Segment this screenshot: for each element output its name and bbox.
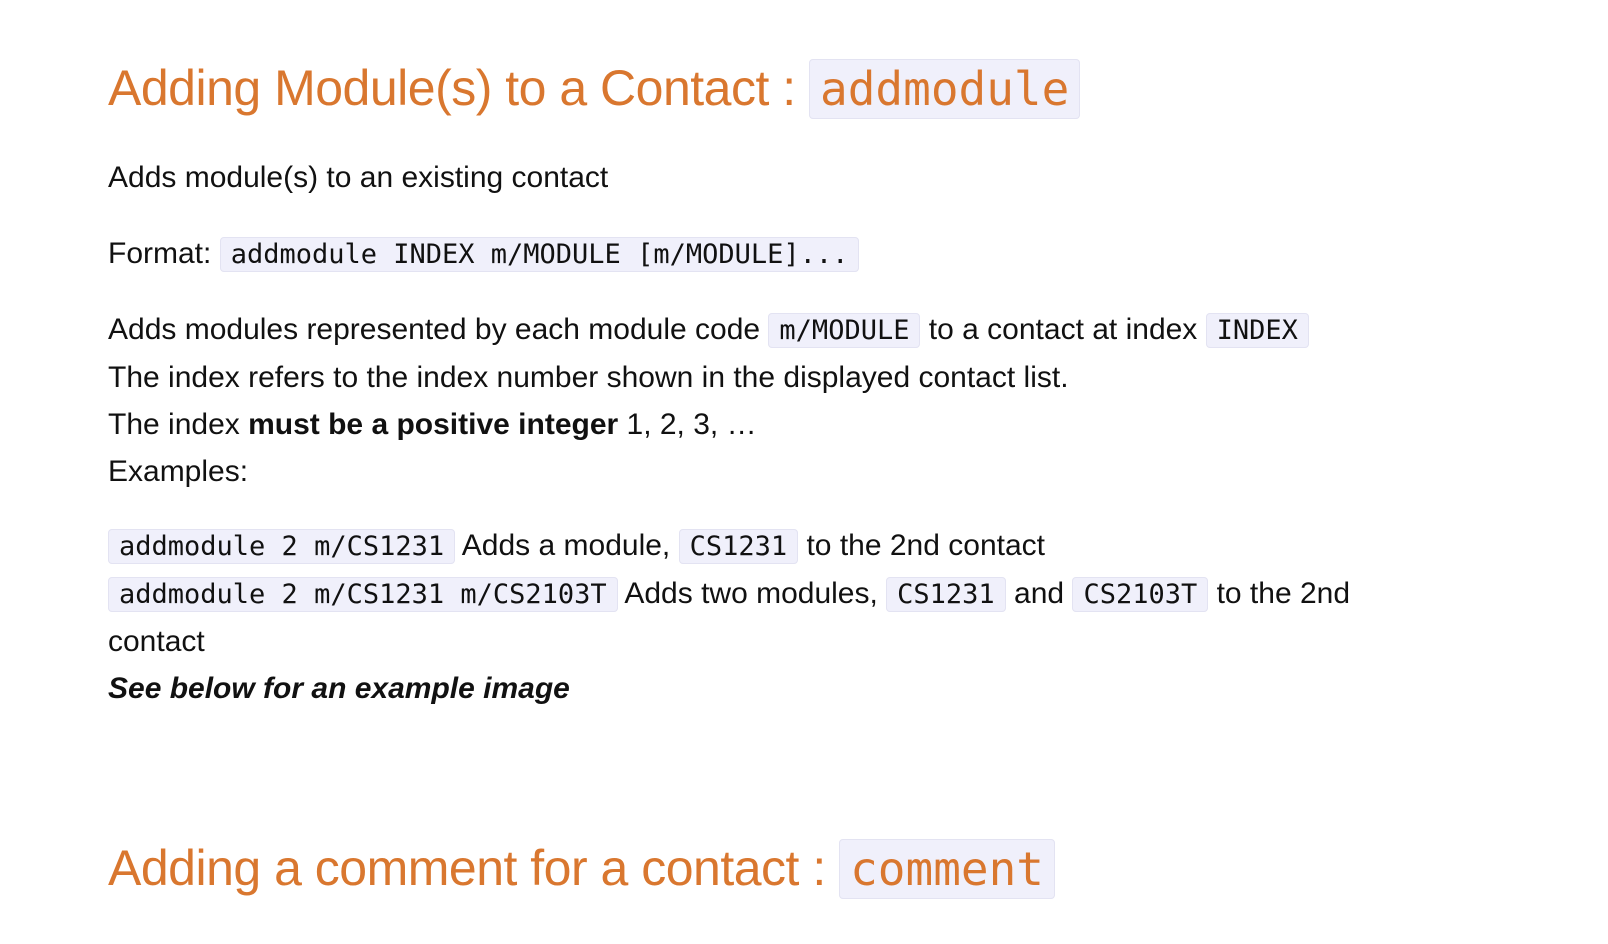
detail-line-2: The index refers to the index number sho… <box>108 361 1069 394</box>
detail-text: The index <box>108 408 249 441</box>
example-text: to the 2nd contact <box>798 529 1045 562</box>
example-1: addmodule 2 m/CS1231 Adds a module, CS12… <box>108 522 1350 570</box>
module-code: CS1231 <box>678 529 799 564</box>
detail-text: 1, 2, 3, … <box>618 408 757 441</box>
example-image-note: See below for an example image <box>108 665 1350 712</box>
module-code: CS1231 <box>886 577 1006 612</box>
detail-text: Adds modules represented by each module … <box>108 313 769 346</box>
example-text: Adds two modules, <box>617 577 887 610</box>
detail-block: Adds modules represented by each module … <box>108 306 1309 495</box>
example-1-command: addmodule 2 m/CS1231 <box>108 529 456 564</box>
examples-label: Examples: <box>108 455 249 488</box>
heading-command-code: comment <box>839 839 1055 899</box>
heading-command-code: addmodule <box>809 59 1081 119</box>
detail-text: to a contact at index <box>920 313 1206 346</box>
example-2-wrap: contact <box>108 625 205 658</box>
section-description: Adds module(s) to an existing contact <box>108 161 609 194</box>
format-code: addmodule INDEX m/MODULE [m/MODULE]... <box>219 237 860 272</box>
example-2: addmodule 2 m/CS1231 m/CS2103T Adds two … <box>108 570 1350 618</box>
bold-text: must be a positive integer <box>248 408 619 441</box>
detail-line-1: Adds modules represented by each module … <box>108 306 1309 354</box>
module-code: CS2103T <box>1072 577 1209 612</box>
example-text: and <box>1005 577 1073 610</box>
example-2-command: addmodule 2 m/CS1231 m/CS2103T <box>108 577 618 612</box>
module-param-code: m/MODULE <box>768 313 921 348</box>
detail-line-3: The index must be a positive integer 1, … <box>108 401 1309 448</box>
format-label: Format: <box>108 237 220 270</box>
heading-text: Adding a comment for a contact : <box>108 840 840 896</box>
italic-bold-note: See below for an example image <box>108 672 570 705</box>
examples-block: addmodule 2 m/CS1231 Adds a module, CS12… <box>108 522 1350 712</box>
example-text: Adds a module, <box>455 529 679 562</box>
heading-text: Adding Module(s) to a Contact : <box>108 60 810 116</box>
section-heading-comment: Adding a comment for a contact : comment <box>108 836 1055 901</box>
section-heading-addmodule: Adding Module(s) to a Contact : addmodul… <box>108 56 1081 121</box>
format-line: Format: addmodule INDEX m/MODULE [m/MODU… <box>108 230 860 278</box>
example-text: to the 2nd <box>1208 577 1351 610</box>
index-param-code: INDEX <box>1205 313 1309 348</box>
